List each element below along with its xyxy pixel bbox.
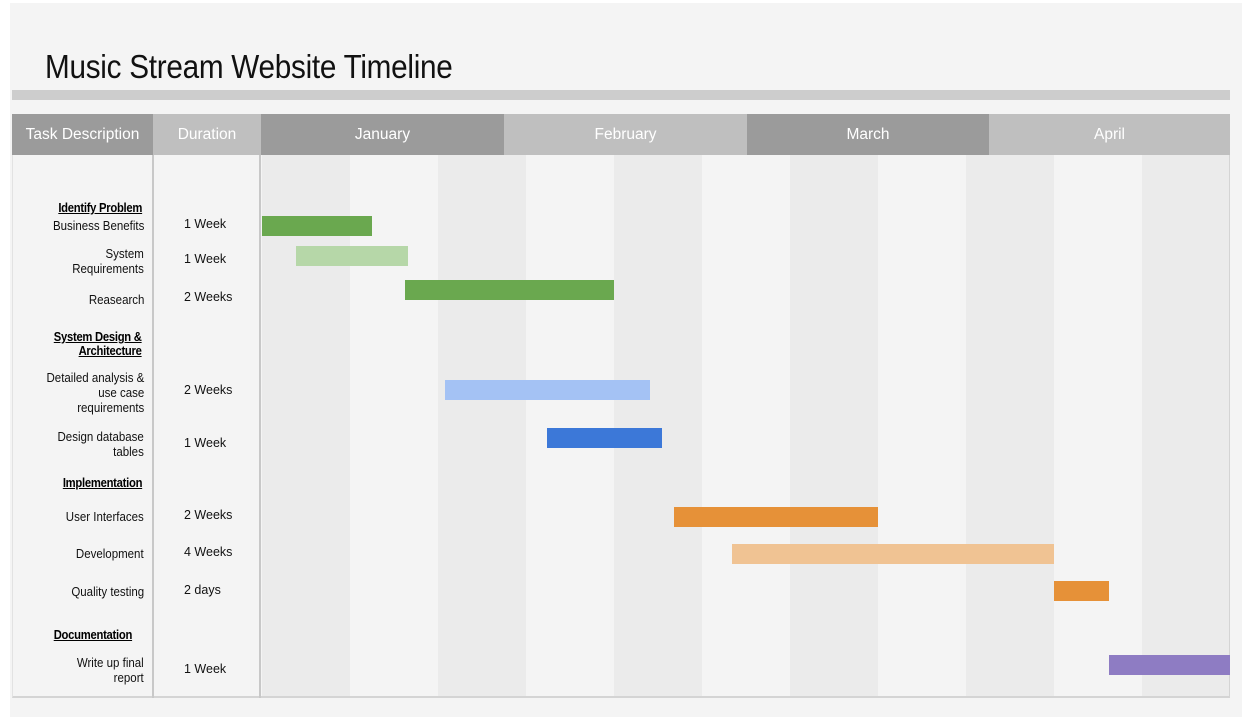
task-label: Reasearch: [88, 292, 144, 307]
section-heading-system-design: System Design & Architecture: [54, 330, 142, 358]
header-duration: Duration: [153, 114, 261, 155]
section-heading-documentation: Documentation: [53, 628, 133, 642]
gantt-bar: [296, 246, 409, 266]
task-duration: 2 Weeks: [184, 383, 233, 397]
header-month-april: April: [989, 114, 1230, 155]
header-task-description: Task Description: [12, 114, 153, 155]
task-duration: 1 Week: [184, 252, 227, 266]
column-divider-duration: [259, 155, 261, 698]
gantt-bar: [405, 280, 614, 300]
task-label: Detailed analysis & use case requirement…: [46, 370, 144, 415]
task-label: System Requirements: [72, 247, 144, 276]
task-label: Design database tables: [57, 430, 144, 459]
task-duration: 1 Week: [184, 217, 227, 231]
gantt-bar: [673, 507, 878, 527]
page-title: Music Stream Website Timeline: [45, 48, 453, 85]
task-duration: 4 Weeks: [184, 545, 233, 559]
task-label: Quality testing: [71, 584, 144, 599]
task-label: User Interfaces: [66, 509, 144, 524]
task-duration: 1 Week: [184, 436, 227, 450]
gantt-bar: [445, 380, 651, 400]
gantt-bar: [547, 428, 663, 448]
task-label: Write up final report: [77, 656, 144, 685]
task-label: Business Benefits: [52, 218, 144, 233]
gantt-bar: [1054, 581, 1109, 601]
header-month-january: January: [261, 114, 504, 155]
header-month-february: February: [504, 114, 747, 155]
gantt-bar: [262, 216, 372, 236]
section-heading-implementation: Implementation: [62, 476, 143, 490]
section-heading-identify-problem: Identify Problem: [58, 201, 142, 215]
task-label: Development: [76, 546, 144, 561]
gantt-bar: [731, 544, 1054, 564]
title-rule: [12, 90, 1230, 100]
gantt-canvas: Music Stream Website Timeline Task Descr…: [0, 0, 1248, 717]
header-month-march: March: [747, 114, 989, 155]
task-duration: 2 days: [184, 583, 221, 597]
grid-frame: [12, 155, 1230, 698]
task-duration: 2 Weeks: [184, 508, 233, 522]
task-duration: 2 Weeks: [184, 290, 233, 304]
column-divider-task: [152, 155, 154, 698]
task-duration: 1 Week: [184, 662, 227, 676]
gantt-bar: [1108, 655, 1230, 675]
